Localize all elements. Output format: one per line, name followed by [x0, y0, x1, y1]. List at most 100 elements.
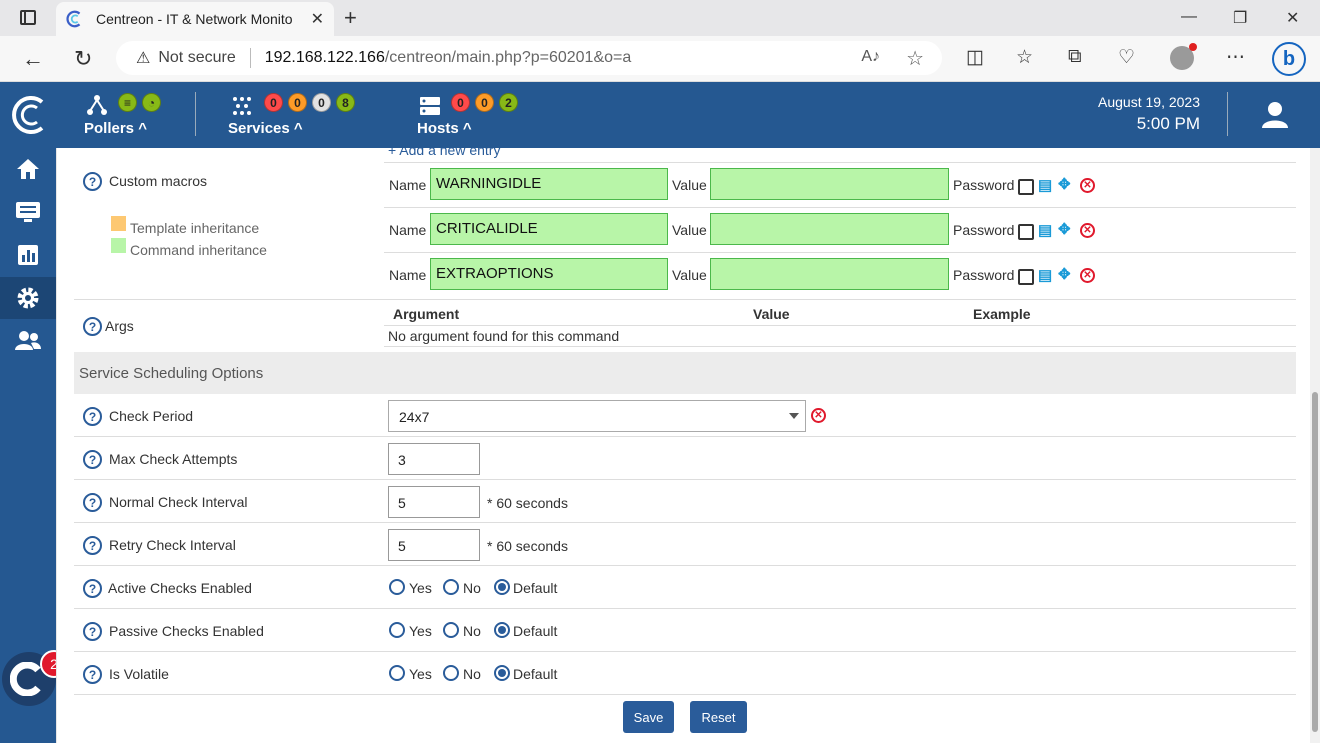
- macro-password-checkbox[interactable]: [1018, 179, 1034, 195]
- volatile-no-radio[interactable]: [443, 665, 459, 681]
- volatile-yes-radio[interactable]: [389, 665, 405, 681]
- bing-icon[interactable]: b: [1272, 42, 1306, 76]
- passive-checks-default-radio[interactable]: [494, 622, 510, 638]
- macro-password-label: Password: [953, 267, 1015, 283]
- no-label: No: [463, 666, 481, 682]
- description-icon[interactable]: ▤: [1038, 221, 1052, 239]
- macro-name-label: Name: [389, 222, 427, 238]
- macro-value-input[interactable]: [710, 168, 949, 200]
- help-icon[interactable]: ?: [83, 317, 102, 336]
- refresh-icon[interactable]: ↻: [74, 46, 92, 72]
- new-tab-icon[interactable]: +: [344, 5, 357, 31]
- chevron-down-icon: [789, 413, 799, 419]
- check-period-select[interactable]: 24x7: [388, 400, 806, 432]
- main-content: + Add a new entry ? Custom macros Templa…: [56, 148, 1310, 743]
- passive-checks-no-radio[interactable]: [443, 622, 459, 638]
- active-checks-no-radio[interactable]: [443, 579, 459, 595]
- retry-check-interval-input[interactable]: 5: [388, 529, 480, 561]
- volatile-default-radio[interactable]: [494, 665, 510, 681]
- is-volatile-label: Is Volatile: [109, 666, 169, 682]
- hosts-down-count[interactable]: 0: [451, 93, 470, 112]
- favorites-icon[interactable]: ☆: [1016, 46, 1033, 69]
- tab-actions-icon[interactable]: [20, 10, 36, 25]
- scrollbar-thumb[interactable]: [1312, 392, 1318, 732]
- active-checks-yes-radio[interactable]: [389, 579, 405, 595]
- delete-icon[interactable]: ✕: [1080, 178, 1095, 193]
- template-inheritance-label: Template inheritance: [130, 220, 260, 236]
- macro-name-input[interactable]: EXTRAOPTIONS: [430, 258, 668, 290]
- profile-avatar[interactable]: [1170, 43, 1197, 70]
- help-icon[interactable]: ?: [83, 493, 102, 512]
- max-check-attempts-input[interactable]: 3: [388, 443, 480, 475]
- normal-check-interval-input[interactable]: 5: [388, 486, 480, 518]
- sidebar-item-monitoring[interactable]: [0, 191, 56, 233]
- clear-check-period-icon[interactable]: ✕: [811, 408, 826, 423]
- services-unknown-count[interactable]: 0: [312, 93, 331, 112]
- description-icon[interactable]: ▤: [1038, 176, 1052, 194]
- help-icon[interactable]: ?: [83, 622, 102, 641]
- hosts-up-count[interactable]: 2: [499, 93, 518, 112]
- close-window-icon[interactable]: ✕: [1286, 8, 1299, 28]
- help-icon[interactable]: ?: [83, 450, 102, 469]
- macro-name-input[interactable]: WARNINGIDLE: [430, 168, 668, 200]
- sidebar-item-configuration[interactable]: [0, 277, 56, 319]
- close-tab-icon[interactable]: ✕: [311, 9, 324, 29]
- normal-check-interval-label: Normal Check Interval: [109, 494, 248, 510]
- sidebar-item-administration[interactable]: [0, 320, 56, 362]
- move-icon[interactable]: ✥: [1058, 175, 1071, 193]
- sidebar-item-reporting[interactable]: [0, 234, 56, 276]
- args-label: Args: [105, 318, 134, 334]
- help-icon[interactable]: ?: [83, 536, 102, 555]
- add-new-entry-link[interactable]: + Add a new entry: [388, 148, 500, 158]
- hosts-icon: [420, 97, 440, 115]
- yes-label: Yes: [409, 623, 432, 639]
- services-ok-count[interactable]: 8: [336, 93, 355, 112]
- back-icon[interactable]: ←: [22, 46, 44, 72]
- description-icon[interactable]: ▤: [1038, 266, 1052, 284]
- delete-icon[interactable]: ✕: [1080, 223, 1095, 238]
- header-date: August 19, 2023: [1098, 94, 1200, 110]
- retry-interval-unit: * 60 seconds: [487, 538, 568, 554]
- default-label: Default: [513, 666, 558, 682]
- active-checks-label: Active Checks Enabled: [108, 580, 252, 596]
- services-critical-count[interactable]: 0: [264, 93, 283, 112]
- macro-value-input[interactable]: [710, 258, 949, 290]
- macro-password-checkbox[interactable]: [1018, 224, 1034, 240]
- minimize-icon[interactable]: —: [1181, 8, 1197, 26]
- delete-icon[interactable]: ✕: [1080, 268, 1095, 283]
- collections-icon[interactable]: ⧉: [1068, 46, 1082, 68]
- user-profile-icon[interactable]: [1260, 100, 1290, 130]
- page-scrollbar[interactable]: [1310, 148, 1320, 743]
- passive-checks-yes-radio[interactable]: [389, 622, 405, 638]
- restore-icon[interactable]: ❐: [1233, 8, 1247, 28]
- move-icon[interactable]: ✥: [1058, 265, 1071, 283]
- help-icon[interactable]: ?: [83, 407, 102, 426]
- hosts-label: Hosts ^: [417, 120, 472, 137]
- reset-button[interactable]: Reset: [690, 701, 747, 733]
- hosts-unreachable-count[interactable]: 0: [475, 93, 494, 112]
- macro-value-input[interactable]: [710, 213, 949, 245]
- yes-label: Yes: [409, 580, 432, 596]
- browser-tab-bar: Centreon - IT & Network Monito ✕ + — ❐ ✕: [0, 0, 1320, 36]
- browser-tab[interactable]: Centreon - IT & Network Monito ✕: [56, 2, 334, 36]
- address-bar[interactable]: ⚠ Not secure 192.168.122.166/centreon/ma…: [116, 41, 942, 75]
- macro-name-input[interactable]: CRITICALIDLE: [430, 213, 668, 245]
- more-menu-icon[interactable]: ⋯: [1226, 46, 1245, 69]
- centreon-logo-icon[interactable]: [10, 94, 50, 136]
- read-aloud-icon[interactable]: A♪: [861, 48, 880, 66]
- save-button[interactable]: Save: [623, 701, 674, 733]
- help-icon[interactable]: ?: [83, 172, 102, 191]
- browser-essentials-icon[interactable]: ♡: [1118, 46, 1135, 69]
- services-warning-count[interactable]: 0: [288, 93, 307, 112]
- move-icon[interactable]: ✥: [1058, 220, 1071, 238]
- favorite-star-icon[interactable]: ☆: [906, 46, 924, 71]
- macro-password-checkbox[interactable]: [1018, 269, 1034, 285]
- services-label: Services ^: [228, 120, 303, 137]
- custom-macros-label: Custom macros: [109, 173, 208, 189]
- help-icon[interactable]: ?: [83, 665, 102, 684]
- split-screen-icon[interactable]: ◫: [966, 46, 984, 69]
- help-icon[interactable]: ?: [83, 579, 102, 598]
- home-icon: [17, 159, 39, 179]
- active-checks-default-radio[interactable]: [494, 579, 510, 595]
- sidebar-item-home[interactable]: [0, 148, 56, 190]
